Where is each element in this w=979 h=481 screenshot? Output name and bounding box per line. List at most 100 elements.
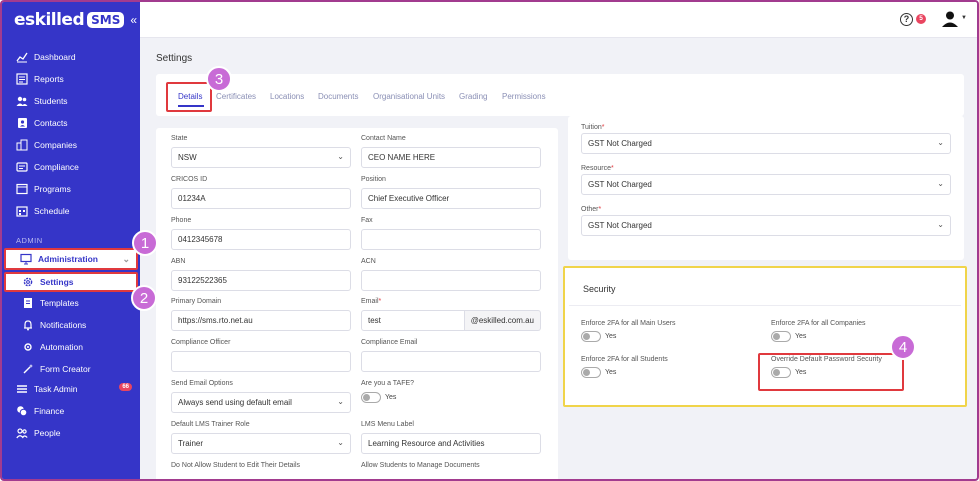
details-form: State NSW ⌄ Contact Name CEO NAME HERE CR… xyxy=(156,128,558,479)
other-select[interactable]: GST Not Charged ⌄ xyxy=(581,215,951,236)
sidebar-item-automation[interactable]: Automation xyxy=(2,336,140,358)
toggle-label: Yes xyxy=(385,394,397,401)
field-label: Send Email Options xyxy=(171,380,233,387)
divider xyxy=(569,305,961,306)
sidebar-item-dashboard[interactable]: Dashboard xyxy=(2,46,140,68)
toggle-row: Yes xyxy=(771,331,866,342)
logo[interactable]: eskilled SMS « xyxy=(14,10,137,30)
tab-locations[interactable]: Locations xyxy=(270,92,304,101)
sidebar-item-companies[interactable]: Companies xyxy=(2,134,140,156)
cricos-input[interactable]: 01234A xyxy=(171,188,351,209)
compliance-email-input[interactable] xyxy=(361,351,541,372)
lms-menu-label-input[interactable]: Learning Resource and Activities xyxy=(361,433,541,454)
sidebar-item-templates[interactable]: Templates xyxy=(2,292,140,314)
resource-select[interactable]: GST Not Charged ⌄ xyxy=(581,174,951,195)
sidebar-item-contacts[interactable]: Contacts xyxy=(2,112,140,134)
sidebar-item-notifications[interactable]: Notifications xyxy=(2,314,140,336)
send-email-options-select[interactable]: Always send using default email ⌄ xyxy=(171,392,351,413)
tafe-toggle-row: Yes xyxy=(361,392,541,403)
field-label: Resource* xyxy=(581,165,951,172)
sidebar-item-people[interactable]: People xyxy=(2,422,140,444)
email-domain-suffix: @eskilled.com.au xyxy=(464,310,541,331)
bell-icon xyxy=(22,319,34,331)
enforce-2fa-companies-toggle[interactable] xyxy=(771,331,791,342)
acn-input[interactable] xyxy=(361,270,541,291)
tab-permissions[interactable]: Permissions xyxy=(502,92,546,101)
tab-certificates[interactable]: Certificates xyxy=(216,92,256,101)
tab-details[interactable]: Details xyxy=(178,92,202,101)
chevron-down-icon: ⌄ xyxy=(937,179,944,188)
field-label: Override Default Password Security xyxy=(771,356,882,363)
sidebar-item-settings[interactable]: Settings xyxy=(4,272,138,292)
notification-badge[interactable]: 5 xyxy=(916,14,926,24)
sidebar-item-task-admin[interactable]: Task Admin 66 xyxy=(2,378,140,400)
sidebar-item-label: People xyxy=(34,428,61,438)
toggle-row: Yes xyxy=(581,331,676,342)
field-label: Allow Students to Manage Documents xyxy=(361,462,480,469)
sidebar-item-students[interactable]: Students xyxy=(2,90,140,112)
caret-down-icon[interactable]: ▼ xyxy=(961,15,967,21)
abn-input[interactable]: 93122522365 xyxy=(171,270,351,291)
tab-grading[interactable]: Grading xyxy=(459,92,487,101)
field-label: Default LMS Trainer Role xyxy=(171,421,250,428)
user-avatar-icon[interactable] xyxy=(941,10,959,28)
toggle-label: Yes xyxy=(605,333,617,340)
state-select[interactable]: NSW ⌄ xyxy=(171,147,351,168)
step-marker-1: 1 xyxy=(132,230,158,256)
sidebar-item-administration[interactable]: Administration ⌄ xyxy=(4,248,138,270)
compliance-icon xyxy=(16,161,28,173)
report-icon xyxy=(16,73,28,85)
sidebar-item-label: Task Admin xyxy=(34,384,78,394)
field-label: ACN xyxy=(361,258,376,265)
compliance-officer-input[interactable] xyxy=(171,351,351,372)
sidebar-item-form-creator[interactable]: Form Creator xyxy=(2,358,140,380)
enforce-2fa-main-users-toggle[interactable] xyxy=(581,331,601,342)
wand-icon xyxy=(22,363,34,375)
tuition-select[interactable]: GST Not Charged ⌄ xyxy=(581,133,951,154)
field-label: Fax xyxy=(361,217,373,224)
select-value: Trainer xyxy=(178,439,204,448)
collapse-sidebar-icon[interactable]: « xyxy=(130,13,137,27)
acn-field: ACN xyxy=(361,258,541,291)
override-password-security-toggle[interactable] xyxy=(771,367,791,378)
field-label: Are you a TAFE? xyxy=(361,380,415,387)
field-label: Compliance Officer xyxy=(171,339,231,346)
contact-name-input[interactable]: CEO NAME HERE xyxy=(361,147,541,168)
primary-domain-input[interactable]: https://sms.rto.net.au xyxy=(171,310,351,331)
sidebar-item-reports[interactable]: Reports xyxy=(2,68,140,90)
sidebar-item-schedule[interactable]: Schedule xyxy=(2,200,140,222)
coins-icon xyxy=(16,405,28,417)
email-input[interactable]: test xyxy=(361,310,465,331)
sidebar-item-programs[interactable]: Programs xyxy=(2,178,140,200)
compliance-email-field: Compliance Email xyxy=(361,339,541,372)
trainer-role-select[interactable]: Trainer ⌄ xyxy=(171,433,351,454)
select-value: GST Not Charged xyxy=(588,180,652,189)
toggle-row: Yes xyxy=(771,367,882,378)
topbar: ? 5 ▼ xyxy=(140,2,977,38)
position-input[interactable]: Chief Executive Officer xyxy=(361,188,541,209)
send-email-options-field: Send Email Options Always send using def… xyxy=(171,380,351,413)
sidebar-item-finance[interactable]: Finance xyxy=(2,400,140,422)
enforce-2fa-students-toggle[interactable] xyxy=(581,367,601,378)
phone-input[interactable]: 0412345678 xyxy=(171,229,351,250)
field-label: Position xyxy=(361,176,386,183)
tab-documents[interactable]: Documents xyxy=(318,92,358,101)
sidebar-item-compliance[interactable]: Compliance xyxy=(2,156,140,178)
position-field: Position Chief Executive Officer xyxy=(361,176,541,209)
sidebar-item-label: Finance xyxy=(34,406,65,416)
monitor-icon xyxy=(20,253,32,265)
cricos-field: CRICOS ID 01234A xyxy=(171,176,351,209)
no-edit-details-field: Do Not Allow Student to Edit Their Detai… xyxy=(171,462,351,474)
fax-input[interactable] xyxy=(361,229,541,250)
toggle-label: Yes xyxy=(605,369,617,376)
step-marker-4: 4 xyxy=(890,334,916,360)
enforce-2fa-main-users: Enforce 2FA for all Main Users Yes xyxy=(581,320,676,342)
logo-text: eskilled xyxy=(14,10,85,30)
required-marker: * xyxy=(378,298,382,305)
tafe-toggle[interactable] xyxy=(361,392,381,403)
tuition-field: Tuition* GST Not Charged ⌄ xyxy=(581,124,951,154)
tab-organisational-units[interactable]: Organisational Units xyxy=(373,92,445,101)
resource-field: Resource* GST Not Charged ⌄ xyxy=(581,165,951,195)
enforce-2fa-companies: Enforce 2FA for all Companies Yes xyxy=(771,320,866,342)
help-icon[interactable]: ? xyxy=(900,13,913,26)
